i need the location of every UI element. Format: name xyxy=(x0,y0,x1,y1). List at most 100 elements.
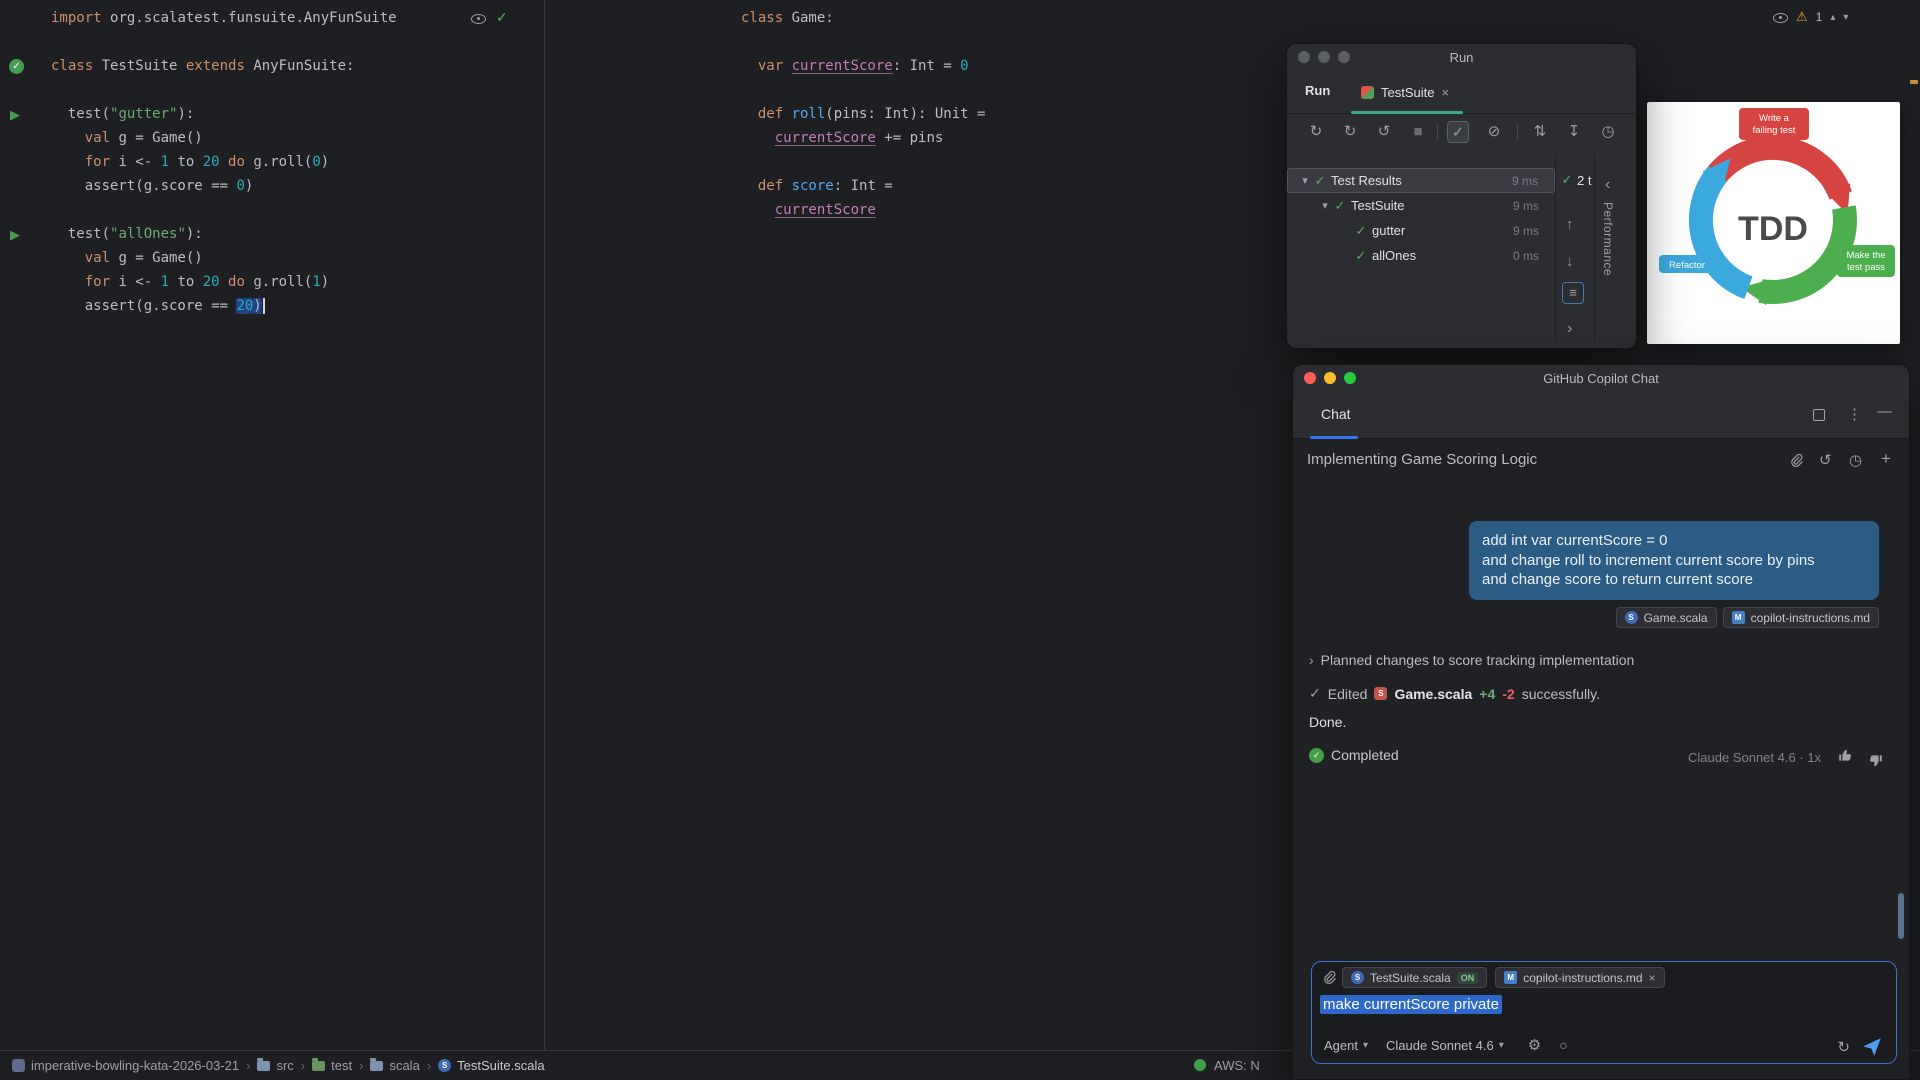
kebab-menu-icon[interactable]: ⋮ xyxy=(1847,405,1862,423)
aws-status-text[interactable]: AWS: N xyxy=(1214,1058,1260,1073)
breadcrumb-project[interactable]: imperative-bowling-kata-2026-03-21 xyxy=(12,1058,239,1073)
aws-status-icon[interactable] xyxy=(1194,1059,1206,1071)
model-info: Claude Sonnet 4.6 · 1x xyxy=(1688,750,1821,765)
planned-changes-row[interactable]: › Planned changes to score tracking impl… xyxy=(1309,652,1634,668)
chevron-down-icon[interactable]: ▾ xyxy=(1363,1040,1368,1051)
attach-context-icon[interactable] xyxy=(1789,453,1804,471)
assistant-done-text: Done. xyxy=(1309,714,1346,730)
show-ignored-icon[interactable]: ⊘ xyxy=(1483,121,1505,143)
context-chip-instructions[interactable]: M copilot-instructions.md × xyxy=(1495,967,1664,988)
attachment-chip-instructions[interactable]: M copilot-instructions.md xyxy=(1723,607,1879,628)
chat-history-icon[interactable]: ◷ xyxy=(1849,451,1862,469)
selected-input-text: make currentScore private xyxy=(1320,995,1502,1014)
breadcrumb-label: imperative-bowling-kata-2026-03-21 xyxy=(31,1058,239,1073)
gutter-run-test-allones-icon[interactable]: ▶ xyxy=(10,228,20,241)
tree-row-gutter[interactable]: ✓ gutter 9 ms xyxy=(1287,218,1555,243)
chat-input-text[interactable]: make currentScore private xyxy=(1320,996,1502,1013)
breadcrumb-scala[interactable]: scala xyxy=(370,1058,419,1073)
tab-testsuite[interactable]: TestSuite × xyxy=(1351,70,1459,114)
inspections-widget-right[interactable]: ⚠ 1 ▴ ▾ xyxy=(1772,9,1848,25)
prev-problem-icon[interactable]: ▴ xyxy=(1830,12,1835,23)
gutter-run-test-gutter-icon[interactable]: ▶ xyxy=(10,108,20,121)
rerun-tests-icon[interactable]: ↻ xyxy=(1305,121,1327,143)
reader-mode-eye-icon[interactable] xyxy=(1772,9,1788,25)
test-duration: 9 ms xyxy=(1513,224,1539,238)
tree-row-label: gutter xyxy=(1372,223,1405,238)
rerun-failed-tests-icon[interactable]: ↻ xyxy=(1339,121,1361,143)
chevron-down-icon[interactable]: ▾ xyxy=(1499,1040,1504,1051)
expander-icon[interactable]: ▾ xyxy=(1298,174,1312,187)
remove-chip-icon[interactable]: × xyxy=(1649,971,1656,985)
sort-tests-icon[interactable]: ⇅ xyxy=(1529,121,1551,143)
next-problem-icon[interactable]: ▾ xyxy=(1843,12,1848,23)
attach-file-icon[interactable] xyxy=(1322,970,1337,988)
code-game[interactable]: class Game: var currentScore: Int = 0 de… xyxy=(741,6,985,222)
retry-icon[interactable]: ↻ xyxy=(1837,1038,1850,1056)
lines-removed: -2 xyxy=(1502,686,1514,702)
context-usage-icon[interactable]: ○ xyxy=(1559,1037,1567,1053)
close-tab-icon[interactable]: × xyxy=(1441,85,1449,100)
markdown-file-icon: M xyxy=(1504,971,1517,984)
open-in-editor-icon[interactable] xyxy=(1813,409,1825,421)
reader-mode-eye-icon[interactable] xyxy=(470,10,486,26)
next-test-icon[interactable]: ↓ xyxy=(1566,253,1574,270)
hide-panel-icon[interactable]: — xyxy=(1877,403,1892,420)
error-stripe-warning-mark[interactable] xyxy=(1910,80,1918,84)
code-testsuite[interactable]: import org.scalatest.funsuite.AnyFunSuit… xyxy=(51,6,397,318)
tree-row-allones[interactable]: ✓ allOnes 0 ms xyxy=(1287,243,1555,268)
minimize-window-button[interactable] xyxy=(1324,372,1336,384)
tab-performance[interactable]: Performance xyxy=(1601,202,1615,276)
send-button[interactable] xyxy=(1862,1037,1882,1060)
thumbs-up-icon[interactable] xyxy=(1838,748,1853,766)
expand-panel-icon[interactable]: › xyxy=(1567,320,1572,338)
chat-input-box[interactable]: S TestSuite.scala ON M copilot-instructi… xyxy=(1311,961,1897,1064)
undo-icon[interactable]: ↺ xyxy=(1819,451,1832,469)
previous-test-icon[interactable]: ↑ xyxy=(1566,216,1574,233)
model-selector[interactable]: Claude Sonnet 4.6 xyxy=(1386,1038,1494,1053)
scroll-to-end-icon[interactable]: ↧ xyxy=(1563,121,1585,143)
show-passed-toggle[interactable]: ✓ xyxy=(1447,121,1469,143)
copilot-window-title: GitHub Copilot Chat xyxy=(1543,371,1659,386)
thumbs-down-icon[interactable] xyxy=(1868,750,1883,768)
minimize-window-button[interactable] xyxy=(1318,51,1330,63)
mode-selector[interactable]: Agent xyxy=(1324,1038,1358,1053)
tree-row-test-results[interactable]: ▾ ✓ Test Results 9 ms xyxy=(1287,168,1555,193)
breadcrumb-src[interactable]: src xyxy=(257,1058,293,1073)
scala-file-icon: S xyxy=(1351,971,1364,984)
thread-title: Implementing Game Scoring Logic xyxy=(1307,451,1537,468)
zoom-window-button[interactable] xyxy=(1344,372,1356,384)
inspections-widget-left[interactable]: ✓ xyxy=(470,9,508,26)
breadcrumb-file[interactable]: S TestSuite.scala xyxy=(438,1058,544,1073)
close-window-button[interactable] xyxy=(1298,51,1310,63)
tdd-label-red: Write a failing test xyxy=(1739,108,1809,140)
tree-row-testsuite[interactable]: ▾ ✓ TestSuite 9 ms xyxy=(1287,193,1555,218)
zoom-window-button[interactable] xyxy=(1338,51,1350,63)
expander-icon[interactable]: ▾ xyxy=(1318,199,1332,212)
expand-chevron-icon[interactable]: › xyxy=(1309,652,1314,668)
collapse-side-icon[interactable]: ‹ xyxy=(1605,176,1610,194)
copilot-chat-window: GitHub Copilot Chat Chat ⋮ — Implementin… xyxy=(1292,364,1910,1080)
inline-statistics-toggle[interactable]: ≡ xyxy=(1562,282,1584,304)
tdd-center-label: TDD xyxy=(1738,210,1808,248)
context-chip-testsuite[interactable]: S TestSuite.scala ON xyxy=(1342,967,1487,988)
tree-row-label: allOnes xyxy=(1372,248,1416,263)
stop-icon[interactable]: ■ xyxy=(1407,121,1429,143)
test-history-icon[interactable]: ◷ xyxy=(1597,121,1619,143)
scala-file-icon: S xyxy=(1625,611,1638,624)
breadcrumb-separator: › xyxy=(427,1058,431,1073)
close-window-button[interactable] xyxy=(1304,372,1316,384)
breadcrumb-test[interactable]: test xyxy=(312,1058,352,1073)
edited-file-name[interactable]: Game.scala xyxy=(1394,686,1472,702)
tool-window-label-run[interactable]: Run xyxy=(1305,83,1330,98)
chat-scrollbar[interactable] xyxy=(1898,893,1904,939)
tab-chat[interactable]: Chat xyxy=(1321,406,1351,422)
scalatest-icon xyxy=(1361,86,1374,99)
gutter-tests-passed-icon[interactable]: ✓ xyxy=(9,59,24,74)
tools-icon[interactable]: ⚙ xyxy=(1528,1036,1541,1054)
new-chat-icon[interactable]: + xyxy=(1881,449,1891,469)
toggle-auto-test-icon[interactable]: ↺ xyxy=(1373,121,1395,143)
active-tab-underline xyxy=(1310,436,1358,439)
attachment-chip-game-scala[interactable]: S Game.scala xyxy=(1616,607,1717,628)
context-on-badge[interactable]: ON xyxy=(1457,972,1479,984)
tree-row-label: TestSuite xyxy=(1351,198,1404,213)
